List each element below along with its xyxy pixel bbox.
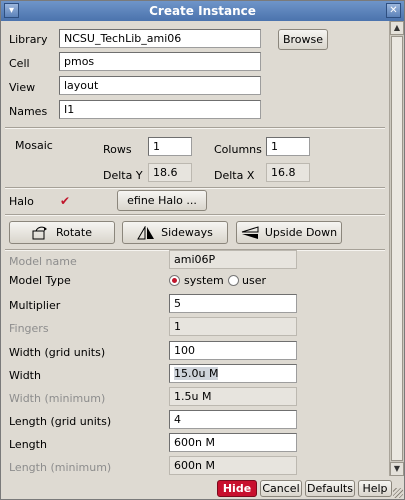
model-type-system-label: system [184, 274, 224, 287]
columns-field[interactable]: 1 [266, 137, 310, 156]
rows-field[interactable]: 1 [148, 137, 192, 156]
cell-label: Cell [9, 57, 30, 70]
form-area: Library NCSU_TechLib_ami06 Browse Cell p… [1, 21, 389, 476]
rows-label: Rows [103, 143, 132, 156]
resize-grip-icon[interactable] [393, 488, 403, 498]
define-halo-button[interactable]: efine Halo ... [117, 190, 207, 211]
sideways-label: Sideways [161, 226, 213, 239]
names-label: Names [9, 105, 48, 118]
library-label: Library [9, 33, 48, 46]
length-grid-label: Length (grid units) [9, 415, 112, 428]
width-minimum-field[interactable]: 1.5u M [169, 387, 297, 406]
upside-down-button[interactable]: Upside Down [236, 221, 342, 244]
width-minimum-label: Width (minimum) [9, 392, 106, 405]
cancel-button[interactable]: Cancel [260, 480, 302, 497]
mosaic-label: Mosaic [15, 139, 53, 152]
title-bar[interactable]: ▾ Create Instance ✕ [1, 1, 404, 21]
fingers-field[interactable]: 1 [169, 317, 297, 336]
columns-label: Columns [214, 143, 262, 156]
delta-x-field[interactable]: 16.8 [266, 163, 310, 182]
fingers-label: Fingers [9, 322, 49, 335]
width-label: Width [9, 369, 41, 382]
rotate-label: Rotate [55, 226, 92, 239]
width-grid-field[interactable]: 100 [169, 341, 297, 360]
hide-button[interactable]: Hide [217, 480, 257, 497]
sideways-icon [137, 225, 155, 239]
halo-label: Halo [9, 195, 34, 208]
window-menu-icon[interactable]: ▾ [4, 3, 19, 18]
length-grid-field[interactable]: 4 [169, 410, 297, 429]
scrollbar-thumb[interactable] [391, 36, 403, 461]
halo-checkbox[interactable]: ✔ [60, 195, 72, 207]
model-name-field[interactable]: ami06P [169, 250, 297, 269]
view-label: View [9, 81, 36, 94]
names-field[interactable]: I1 [59, 100, 261, 119]
model-type-label: Model Type [9, 274, 71, 287]
browse-button[interactable]: Browse [278, 29, 328, 50]
upside-down-label: Upside Down [264, 226, 338, 239]
button-bar: Hide Cancel Defaults Help [1, 477, 404, 499]
rotate-icon [32, 226, 47, 239]
rotate-button[interactable]: Rotate [9, 221, 115, 244]
multiplier-field[interactable]: 5 [169, 294, 297, 313]
model-type-system-radio[interactable] [169, 275, 180, 286]
length-minimum-label: Length (minimum) [9, 461, 112, 474]
delta-y-field[interactable]: 18.6 [148, 163, 192, 182]
view-field[interactable]: layout [59, 76, 261, 95]
width-field[interactable]: 15.0u M [169, 364, 297, 383]
scroll-up-icon[interactable]: ▲ [390, 21, 404, 35]
close-icon[interactable]: ✕ [386, 3, 401, 18]
length-field[interactable]: 600n M [169, 433, 297, 452]
model-type-user-radio[interactable] [228, 275, 239, 286]
window-title: Create Instance [149, 4, 256, 18]
separator [5, 214, 385, 216]
scroll-down-icon[interactable]: ▼ [390, 462, 404, 476]
width-grid-label: Width (grid units) [9, 346, 106, 359]
multiplier-label: Multiplier [9, 299, 61, 312]
vertical-scrollbar[interactable]: ▲ ▼ [389, 21, 404, 476]
length-label: Length [9, 438, 47, 451]
upside-down-icon [241, 225, 259, 239]
help-button[interactable]: Help [358, 480, 392, 497]
library-field[interactable]: NCSU_TechLib_ami06 [59, 29, 261, 48]
separator [5, 127, 385, 129]
separator [5, 187, 385, 189]
model-name-label: Model name [9, 255, 77, 268]
delta-y-label: Delta Y [103, 169, 143, 182]
model-type-user-label: user [242, 274, 266, 287]
width-field-selection: 15.0u M [174, 367, 219, 380]
cell-field[interactable]: pmos [59, 52, 261, 71]
defaults-button[interactable]: Defaults [305, 480, 355, 497]
delta-x-label: Delta X [214, 169, 255, 182]
length-minimum-field[interactable]: 600n M [169, 456, 297, 475]
sideways-button[interactable]: Sideways [122, 221, 228, 244]
create-instance-dialog: ▾ Create Instance ✕ Library NCSU_TechLib… [0, 0, 405, 500]
